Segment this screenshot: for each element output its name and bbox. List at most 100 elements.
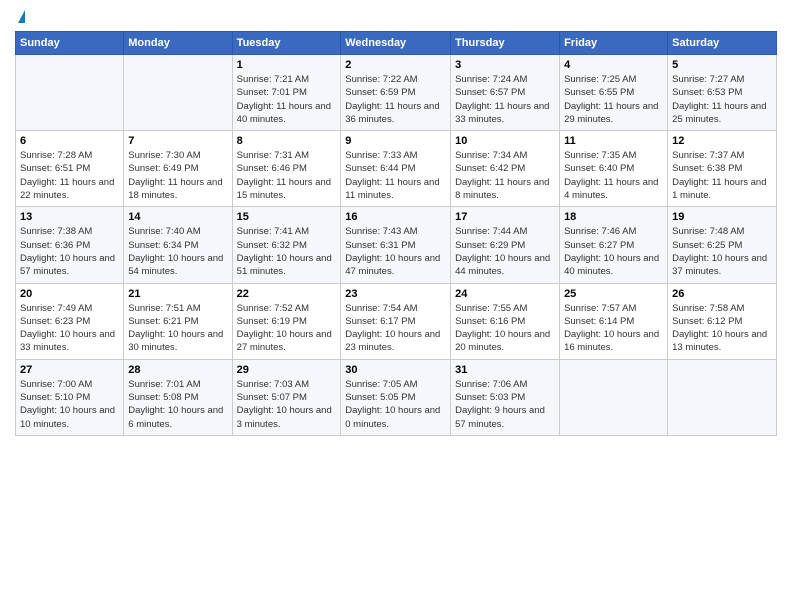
- day-number: 25: [564, 288, 663, 300]
- logo-triangle-icon: [18, 10, 25, 23]
- weekday-header-friday: Friday: [560, 32, 668, 55]
- calendar-cell: 19 Sunrise: 7:48 AMSunset: 6:25 PMDayligh…: [668, 207, 777, 283]
- calendar-cell: 23 Sunrise: 7:54 AMSunset: 6:17 PMDayligh…: [341, 283, 451, 359]
- calendar-cell: 17 Sunrise: 7:44 AMSunset: 6:29 PMDayligh…: [451, 207, 560, 283]
- day-number: 4: [564, 59, 663, 71]
- day-number: 15: [237, 211, 337, 223]
- calendar-cell: 14 Sunrise: 7:40 AMSunset: 6:34 PMDayligh…: [124, 207, 232, 283]
- calendar-cell: [560, 359, 668, 435]
- calendar-cell: [16, 55, 124, 131]
- calendar-cell: 28 Sunrise: 7:01 AMSunset: 5:08 PMDayligh…: [124, 359, 232, 435]
- calendar-cell: 29Sunrise: 7:03 AMSunset: 5:07 PMDayligh…: [232, 359, 341, 435]
- day-info: Sunrise: 7:34 AMSunset: 6:42 PMDaylight:…: [455, 149, 555, 202]
- week-row-1: 1 Sunrise: 7:21 AMSunset: 7:01 PMDaylight…: [16, 55, 777, 131]
- day-number: 16: [345, 211, 446, 223]
- day-number: 1: [237, 59, 337, 71]
- day-info: Sunrise: 7:01 AMSunset: 5:08 PMDaylight:…: [128, 378, 227, 431]
- day-info: Sunrise: 7:37 AMSunset: 6:38 PMDaylight:…: [672, 149, 772, 202]
- day-info: Sunrise: 7:54 AMSunset: 6:17 PMDaylight:…: [345, 302, 446, 355]
- calendar-cell: [668, 359, 777, 435]
- calendar-cell: 20 Sunrise: 7:49 AMSunset: 6:23 PMDayligh…: [16, 283, 124, 359]
- page-header: [15, 10, 777, 23]
- calendar-cell: 12 Sunrise: 7:37 AMSunset: 6:38 PMDayligh…: [668, 131, 777, 207]
- calendar-cell: 5 Sunrise: 7:27 AMSunset: 6:53 PMDaylight…: [668, 55, 777, 131]
- day-number: 11: [564, 135, 663, 147]
- day-number: 3: [455, 59, 555, 71]
- day-number: 8: [237, 135, 337, 147]
- weekday-header-saturday: Saturday: [668, 32, 777, 55]
- weekday-header-row: SundayMondayTuesdayWednesdayThursdayFrid…: [16, 32, 777, 55]
- calendar-cell: 13 Sunrise: 7:38 AMSunset: 6:36 PMDayligh…: [16, 207, 124, 283]
- day-number: 18: [564, 211, 663, 223]
- weekday-header-wednesday: Wednesday: [341, 32, 451, 55]
- calendar-page: SundayMondayTuesdayWednesdayThursdayFrid…: [0, 0, 792, 451]
- day-info: Sunrise: 7:21 AMSunset: 7:01 PMDaylight:…: [237, 73, 337, 126]
- calendar-cell: 7 Sunrise: 7:30 AMSunset: 6:49 PMDaylight…: [124, 131, 232, 207]
- day-info: Sunrise: 7:28 AMSunset: 6:51 PMDaylight:…: [20, 149, 119, 202]
- calendar-cell: 21 Sunrise: 7:51 AMSunset: 6:21 PMDayligh…: [124, 283, 232, 359]
- day-info: Sunrise: 7:00 AMSunset: 5:10 PMDaylight:…: [20, 378, 119, 431]
- day-info: Sunrise: 7:48 AMSunset: 6:25 PMDaylight:…: [672, 225, 772, 278]
- day-number: 28: [128, 364, 227, 376]
- calendar-cell: 27Sunrise: 7:00 AMSunset: 5:10 PMDayligh…: [16, 359, 124, 435]
- week-row-3: 13 Sunrise: 7:38 AMSunset: 6:36 PMDayligh…: [16, 207, 777, 283]
- day-number: 21: [128, 288, 227, 300]
- weekday-header-sunday: Sunday: [16, 32, 124, 55]
- day-number: 24: [455, 288, 555, 300]
- day-info: Sunrise: 7:58 AMSunset: 6:12 PMDaylight:…: [672, 302, 772, 355]
- day-number: 6: [20, 135, 119, 147]
- calendar-cell: 31Sunrise: 7:06 AMSunset: 5:03 PMDayligh…: [451, 359, 560, 435]
- day-number: 7: [128, 135, 227, 147]
- day-number: 12: [672, 135, 772, 147]
- week-row-4: 20 Sunrise: 7:49 AMSunset: 6:23 PMDayligh…: [16, 283, 777, 359]
- day-info: Sunrise: 7:06 AMSunset: 5:03 PMDaylight:…: [455, 378, 555, 431]
- day-info: Sunrise: 7:27 AMSunset: 6:53 PMDaylight:…: [672, 73, 772, 126]
- day-info: Sunrise: 7:49 AMSunset: 6:23 PMDaylight:…: [20, 302, 119, 355]
- day-number: 2: [345, 59, 446, 71]
- day-info: Sunrise: 7:25 AMSunset: 6:55 PMDaylight:…: [564, 73, 663, 126]
- day-info: Sunrise: 7:05 AMSunset: 5:05 PMDaylight:…: [345, 378, 446, 431]
- logo: [15, 10, 25, 23]
- calendar-cell: 11 Sunrise: 7:35 AMSunset: 6:40 PMDayligh…: [560, 131, 668, 207]
- calendar-cell: 6 Sunrise: 7:28 AMSunset: 6:51 PMDaylight…: [16, 131, 124, 207]
- calendar-cell: 26Sunrise: 7:58 AMSunset: 6:12 PMDayligh…: [668, 283, 777, 359]
- calendar-cell: 15 Sunrise: 7:41 AMSunset: 6:32 PMDayligh…: [232, 207, 341, 283]
- calendar-cell: 22Sunrise: 7:52 AMSunset: 6:19 PMDayligh…: [232, 283, 341, 359]
- day-info: Sunrise: 7:24 AMSunset: 6:57 PMDaylight:…: [455, 73, 555, 126]
- day-number: 5: [672, 59, 772, 71]
- calendar-cell: 2 Sunrise: 7:22 AMSunset: 6:59 PMDaylight…: [341, 55, 451, 131]
- week-row-2: 6 Sunrise: 7:28 AMSunset: 6:51 PMDaylight…: [16, 131, 777, 207]
- day-info: Sunrise: 7:31 AMSunset: 6:46 PMDaylight:…: [237, 149, 337, 202]
- day-info: Sunrise: 7:30 AMSunset: 6:49 PMDaylight:…: [128, 149, 227, 202]
- calendar-cell: 10 Sunrise: 7:34 AMSunset: 6:42 PMDayligh…: [451, 131, 560, 207]
- calendar-cell: 18Sunrise: 7:46 AMSunset: 6:27 PMDayligh…: [560, 207, 668, 283]
- calendar-cell: 9Sunrise: 7:33 AMSunset: 6:44 PMDaylight…: [341, 131, 451, 207]
- day-number: 29: [237, 364, 337, 376]
- day-info: Sunrise: 7:57 AMSunset: 6:14 PMDaylight:…: [564, 302, 663, 355]
- day-info: Sunrise: 7:43 AMSunset: 6:31 PMDaylight:…: [345, 225, 446, 278]
- calendar-cell: 30Sunrise: 7:05 AMSunset: 5:05 PMDayligh…: [341, 359, 451, 435]
- day-info: Sunrise: 7:44 AMSunset: 6:29 PMDaylight:…: [455, 225, 555, 278]
- day-info: Sunrise: 7:41 AMSunset: 6:32 PMDaylight:…: [237, 225, 337, 278]
- day-info: Sunrise: 7:51 AMSunset: 6:21 PMDaylight:…: [128, 302, 227, 355]
- day-number: 17: [455, 211, 555, 223]
- day-number: 22: [237, 288, 337, 300]
- day-number: 19: [672, 211, 772, 223]
- day-number: 13: [20, 211, 119, 223]
- day-number: 20: [20, 288, 119, 300]
- day-number: 10: [455, 135, 555, 147]
- day-info: Sunrise: 7:40 AMSunset: 6:34 PMDaylight:…: [128, 225, 227, 278]
- calendar-cell: [124, 55, 232, 131]
- calendar-table: SundayMondayTuesdayWednesdayThursdayFrid…: [15, 31, 777, 436]
- day-number: 9: [345, 135, 446, 147]
- day-info: Sunrise: 7:22 AMSunset: 6:59 PMDaylight:…: [345, 73, 446, 126]
- day-info: Sunrise: 7:38 AMSunset: 6:36 PMDaylight:…: [20, 225, 119, 278]
- calendar-cell: 25 Sunrise: 7:57 AMSunset: 6:14 PMDayligh…: [560, 283, 668, 359]
- calendar-cell: 16 Sunrise: 7:43 AMSunset: 6:31 PMDayligh…: [341, 207, 451, 283]
- day-info: Sunrise: 7:55 AMSunset: 6:16 PMDaylight:…: [455, 302, 555, 355]
- day-number: 14: [128, 211, 227, 223]
- day-number: 23: [345, 288, 446, 300]
- day-info: Sunrise: 7:35 AMSunset: 6:40 PMDaylight:…: [564, 149, 663, 202]
- week-row-5: 27Sunrise: 7:00 AMSunset: 5:10 PMDayligh…: [16, 359, 777, 435]
- calendar-cell: 3 Sunrise: 7:24 AMSunset: 6:57 PMDaylight…: [451, 55, 560, 131]
